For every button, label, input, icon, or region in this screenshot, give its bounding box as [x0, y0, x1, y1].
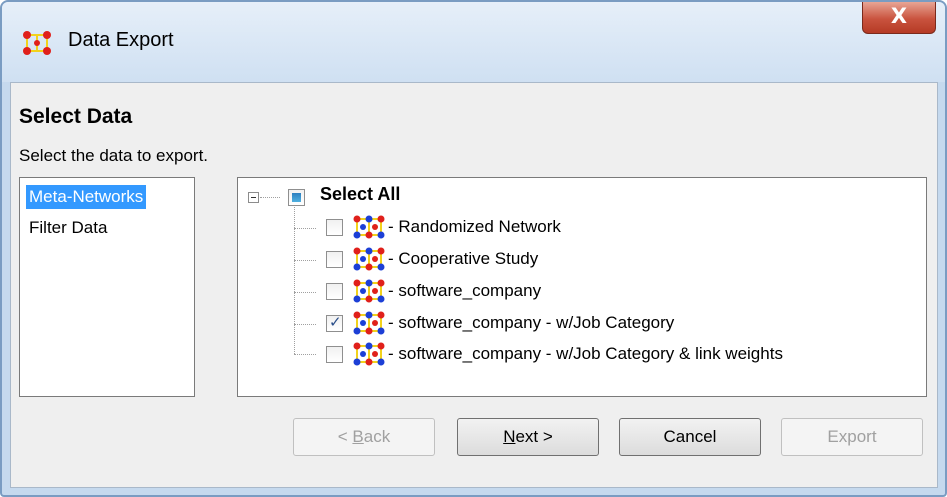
back-button-prefix: < — [337, 427, 353, 446]
meta-network-icon — [353, 279, 385, 303]
software-company-link-weights-checkbox[interactable] — [326, 346, 343, 363]
meta-network-icon — [353, 311, 385, 335]
network-icon — [23, 31, 51, 55]
next-button-mnemonic: N — [503, 427, 516, 446]
cancel-button[interactable]: Cancel — [619, 418, 761, 456]
close-icon: X — [890, 4, 908, 28]
meta-network-tree: Select All - Randomized Network - Cooper… — [237, 177, 927, 397]
tree-connector — [294, 324, 316, 325]
select-all-checkbox[interactable] — [288, 189, 305, 206]
close-button[interactable]: X — [862, 2, 936, 34]
tree-item-label[interactable]: - software_company — [388, 281, 541, 301]
meta-network-icon — [353, 215, 385, 239]
back-button-label: ack — [363, 427, 391, 446]
select-all-label[interactable]: Select All — [320, 184, 400, 205]
meta-network-icon — [353, 342, 385, 366]
tree-item-label[interactable]: - software_company - w/Job Category — [388, 313, 674, 333]
next-button[interactable]: Next > — [457, 418, 599, 456]
title-bar: Data Export X — [2, 2, 945, 82]
window-title: Data Export — [68, 29, 174, 51]
tree-item-label[interactable]: - software_company - w/Job Category & li… — [388, 344, 783, 364]
back-button[interactable]: < Back — [293, 418, 435, 456]
tree-connector — [260, 197, 280, 198]
step-item-filter-data[interactable]: Filter Data — [26, 216, 110, 240]
cooperative-study-checkbox[interactable] — [326, 251, 343, 268]
tree-connector — [294, 260, 316, 261]
tree-connector — [294, 292, 316, 293]
step-list: Meta-Networks Filter Data — [19, 177, 195, 397]
page-title: Select Data — [19, 105, 133, 128]
software-company-checkbox[interactable] — [326, 283, 343, 300]
tree-item-label[interactable]: - Cooperative Study — [388, 249, 538, 269]
export-button[interactable]: Export — [781, 418, 923, 456]
checkmark-icon: ✓ — [329, 313, 342, 331]
tree-connector — [294, 204, 295, 354]
page-description: Select the data to export. — [19, 146, 209, 165]
step-item-meta-networks[interactable]: Meta-Networks — [26, 185, 147, 209]
tree-item-label[interactable]: - Randomized Network — [388, 217, 561, 237]
tree-connector — [294, 228, 316, 229]
randomized-network-checkbox[interactable] — [326, 219, 343, 236]
next-button-label: ext > — [515, 427, 553, 446]
tree-connector — [294, 354, 316, 355]
data-export-dialog: Data Export X Select Data Select the dat… — [0, 0, 947, 497]
back-button-mnemonic: B — [352, 427, 364, 446]
collapse-toggle-icon[interactable] — [248, 192, 259, 203]
software-company-job-category-checkbox[interactable]: ✓ — [326, 313, 343, 332]
dialog-body: Select Data Select the data to export. M… — [10, 82, 938, 488]
meta-network-icon — [353, 247, 385, 271]
